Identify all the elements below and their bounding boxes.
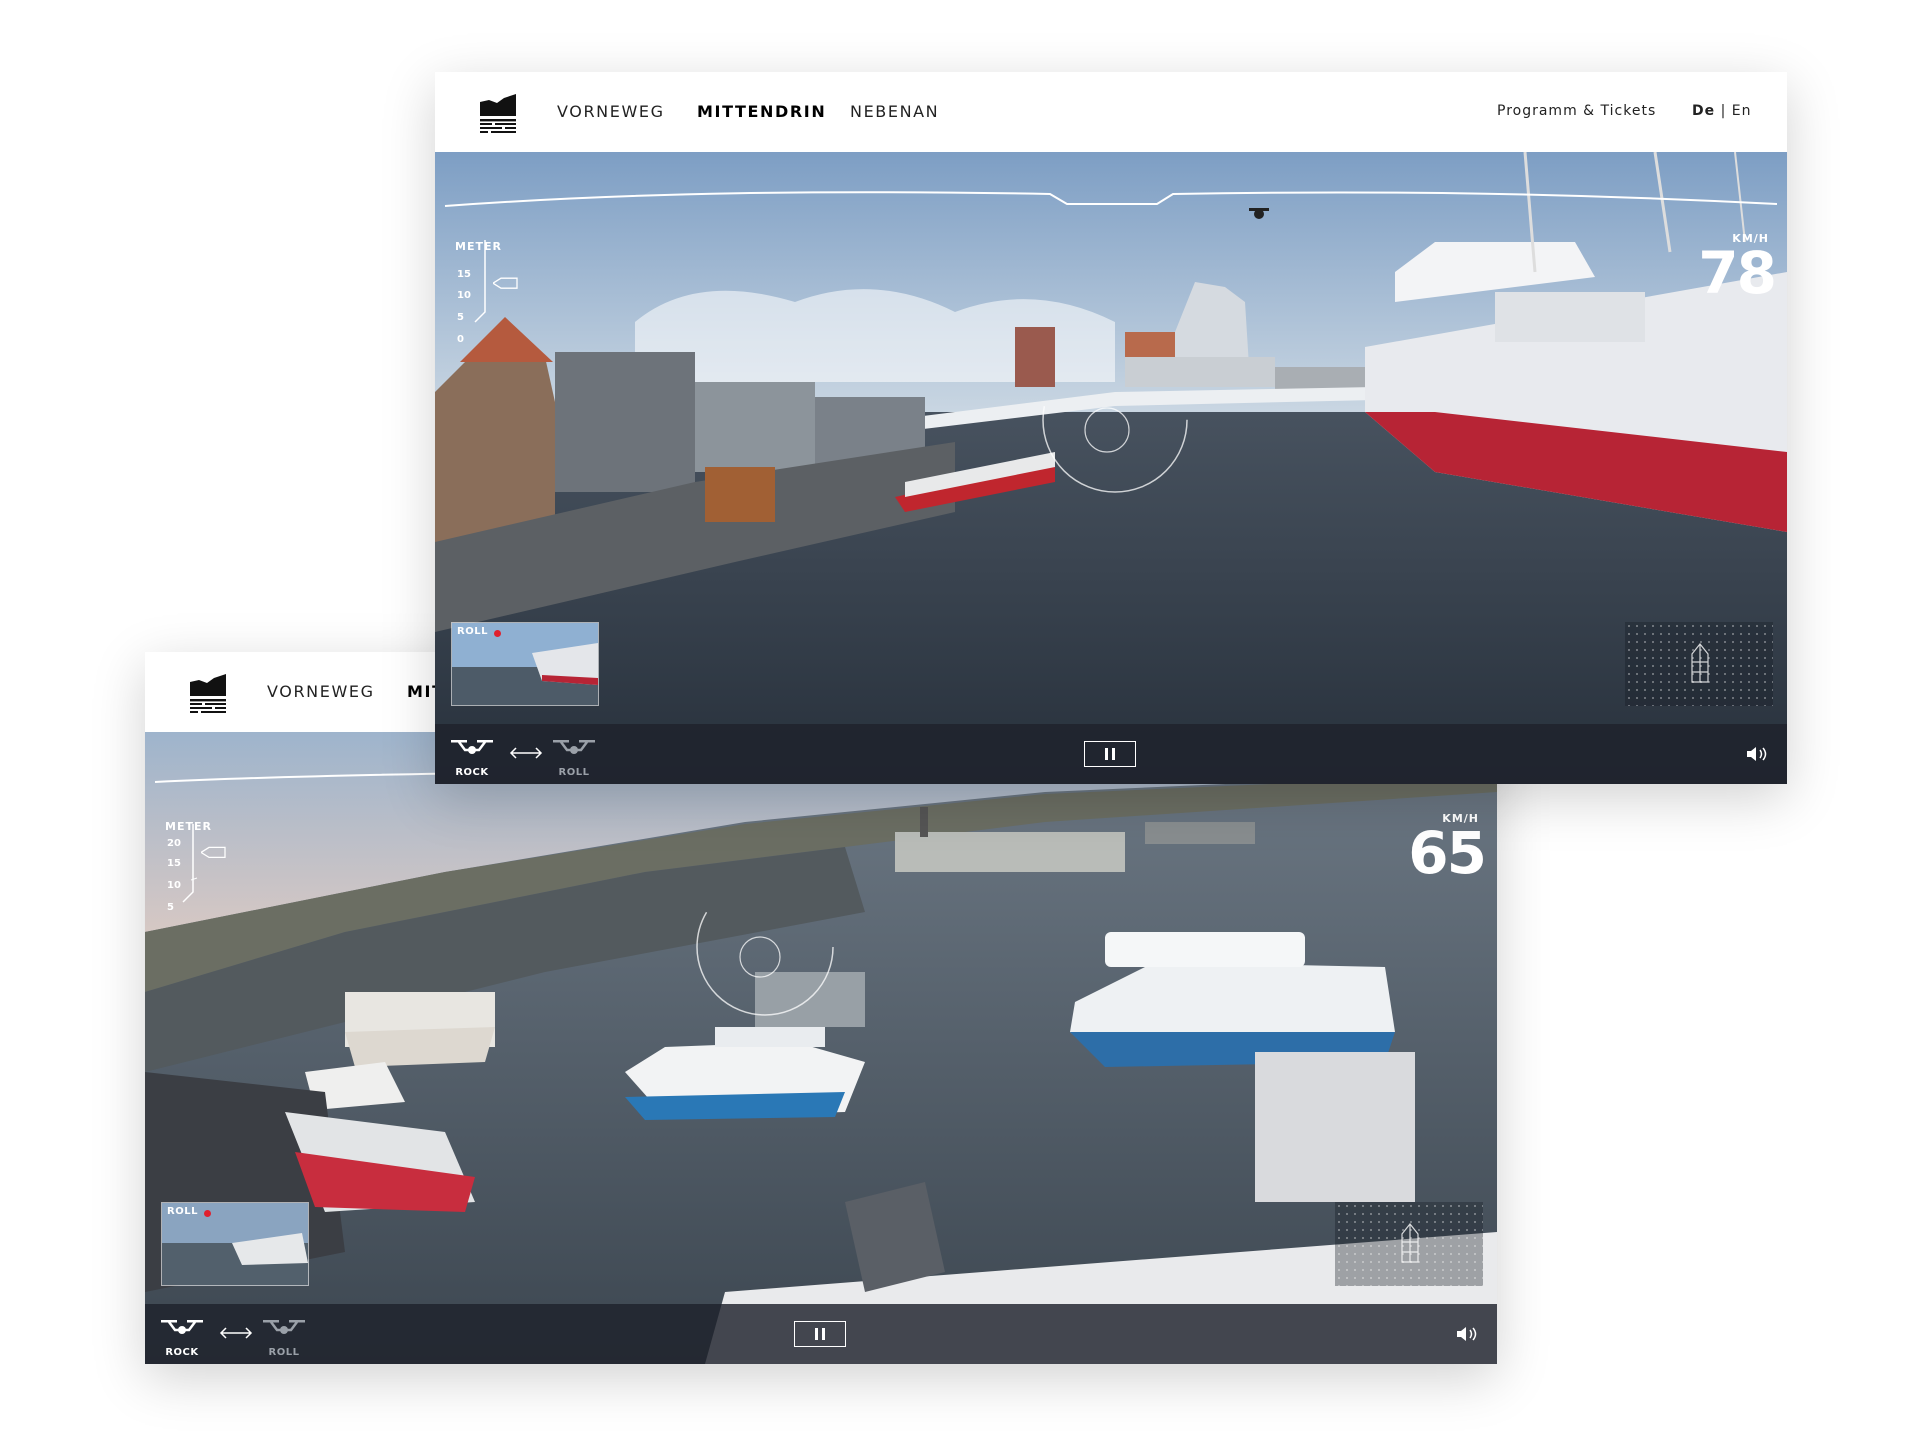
pip-camera-preview[interactable]: ROLL	[451, 622, 599, 706]
drone-icon	[263, 1320, 305, 1334]
pause-button[interactable]	[794, 1321, 846, 1347]
harbor-scene	[435, 152, 1787, 784]
building-outline-icon	[1401, 1223, 1419, 1263]
drone-label: ROLL	[268, 1347, 300, 1358]
front-screenshot-card: VORNEWEG MITTENDRIN NEBENAN Programm & T…	[435, 72, 1787, 784]
program-tickets-link[interactable]: Programm & Tickets	[1497, 103, 1656, 119]
drone-select-roll[interactable]: ROLL	[261, 1318, 307, 1358]
pause-icon	[1105, 748, 1108, 760]
pip-camera-preview[interactable]: ROLL	[161, 1202, 309, 1286]
drone-label: ROCK	[455, 767, 489, 778]
lang-en[interactable]: En	[1732, 103, 1752, 119]
drone-select-rock[interactable]: ROCK	[449, 738, 495, 778]
pause-icon	[815, 1328, 818, 1340]
volume-icon[interactable]	[1745, 744, 1771, 764]
video-player[interactable]: METER 15 10 5 0 KM/H 78 ROLL ROCK ROLL	[435, 152, 1787, 784]
video-control-bar: ROCK ROLL	[435, 724, 1787, 784]
nav-item-vorneweg[interactable]: VORNEWEG	[267, 682, 375, 701]
video-control-bar: ROCK ROLL	[145, 1304, 1497, 1364]
building-outline-icon	[1691, 643, 1709, 683]
drone-icon	[553, 740, 595, 754]
volume-icon[interactable]	[1455, 1324, 1481, 1344]
drone-select-roll[interactable]: ROLL	[551, 738, 597, 778]
harbor-scene	[145, 732, 1497, 1364]
top-nav: VORNEWEG MITTENDRIN NEBENAN Programm & T…	[435, 72, 1787, 152]
lang-de[interactable]: De	[1692, 103, 1715, 119]
minimap	[1625, 622, 1773, 706]
drone-label: ROCK	[165, 1347, 199, 1358]
elbphilharmonie-logo-icon[interactable]	[189, 674, 227, 716]
swap-arrow-icon[interactable]	[219, 1326, 253, 1340]
pip-label: ROLL	[167, 1206, 198, 1217]
drone-label: ROLL	[558, 767, 590, 778]
minimap	[1335, 1202, 1483, 1286]
swap-arrow-icon[interactable]	[509, 746, 543, 760]
recording-dot	[204, 1210, 211, 1217]
nav-item-mittendrin[interactable]: MITTENDRIN	[697, 102, 826, 121]
drone-icon	[451, 740, 493, 754]
nav-item-nebenan[interactable]: NEBENAN	[850, 102, 939, 121]
pip-label: ROLL	[457, 626, 488, 637]
lang-separator: |	[1715, 103, 1732, 119]
pause-button[interactable]	[1084, 741, 1136, 767]
drone-select-rock[interactable]: ROCK	[159, 1318, 205, 1358]
video-player[interactable]: METER 20 15 10 5 KM/H 65 ROLL ROCK ROLL	[145, 732, 1497, 1364]
elbphilharmonie-logo-icon[interactable]	[479, 94, 517, 136]
drone-icon	[161, 1320, 203, 1334]
language-switch: De | En	[1692, 103, 1751, 119]
recording-dot	[494, 630, 501, 637]
nav-item-vorneweg[interactable]: VORNEWEG	[557, 102, 665, 121]
